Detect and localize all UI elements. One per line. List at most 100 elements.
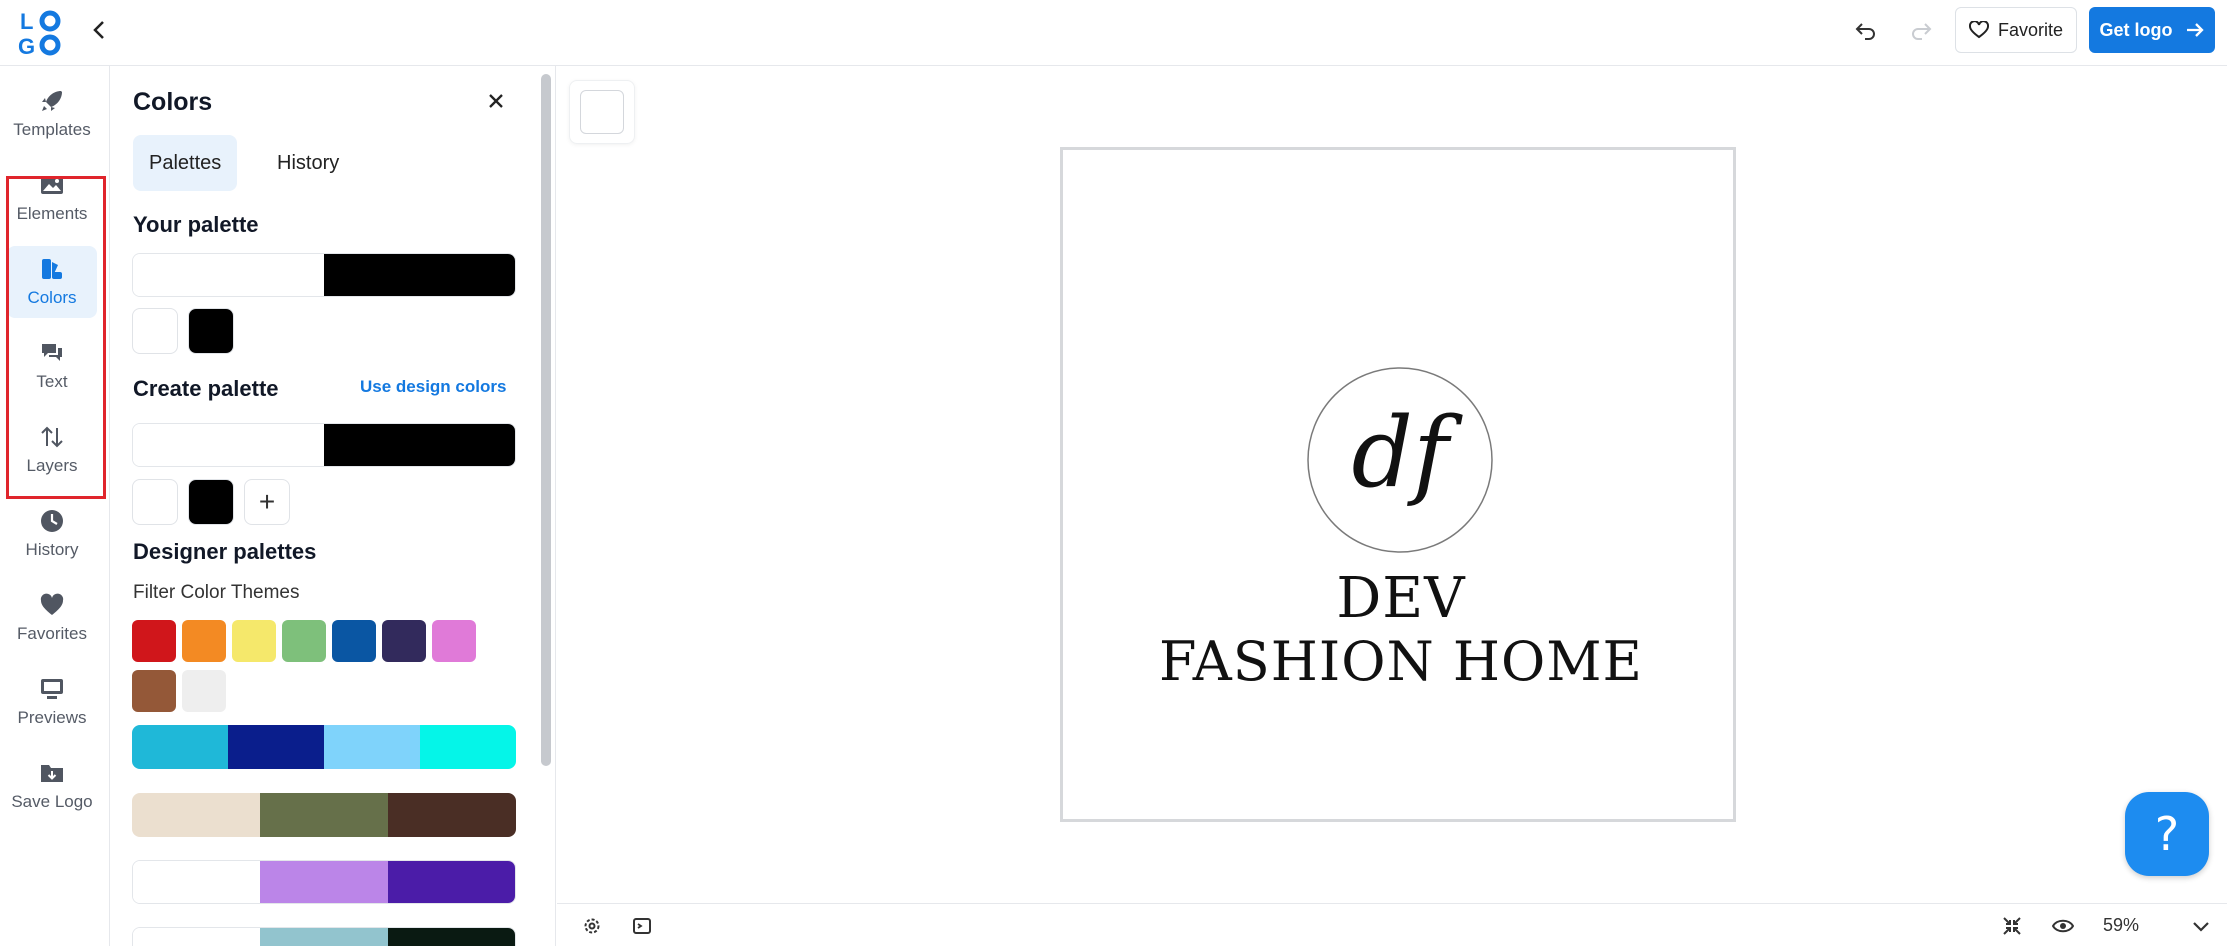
thumbnail-frame	[580, 90, 624, 134]
speech-bubbles-icon	[42, 344, 62, 361]
nav-item-history[interactable]: History	[7, 498, 97, 570]
palette-color	[260, 928, 388, 946]
get-logo-button[interactable]: Get logo	[2089, 7, 2215, 53]
theme-filter-brown[interactable]	[132, 670, 176, 712]
eye-icon	[2052, 919, 2074, 933]
theme-filter-pink[interactable]	[432, 620, 476, 662]
designer-palette-3[interactable]	[132, 860, 516, 904]
terminal-button[interactable]	[629, 913, 655, 939]
get-logo-label: Get logo	[2099, 19, 2173, 40]
theme-filter-gray[interactable]	[182, 670, 226, 712]
nav-item-favorites[interactable]: Favorites	[7, 582, 97, 654]
your-palette-bar[interactable]	[132, 253, 516, 297]
gear-icon	[584, 918, 600, 934]
palette-color	[132, 793, 260, 837]
image-icon	[41, 176, 63, 194]
logo-artboard[interactable]: df DEV FASHION HOME	[1060, 147, 1736, 822]
svg-text:G: G	[18, 34, 35, 57]
use-design-colors-link[interactable]: Use design colors	[360, 377, 506, 397]
brand-name-line-2[interactable]: FASHION HOME	[1063, 630, 1739, 693]
palette-color-black	[324, 424, 515, 466]
redo-icon	[1912, 23, 1932, 40]
palette-color-white	[133, 254, 324, 296]
back-button[interactable]	[86, 12, 112, 48]
help-button[interactable]: ?	[2125, 792, 2209, 876]
arrow-right-icon	[2186, 23, 2204, 37]
nav-item-elements[interactable]: Elements	[7, 162, 97, 234]
zoom-level[interactable]: 59%	[2103, 915, 2139, 936]
color-swatch-white[interactable]	[132, 308, 178, 354]
collapse-arrows-icon	[2003, 917, 2021, 935]
filter-color-themes-label: Filter Color Themes	[133, 582, 300, 603]
nav-item-text[interactable]: Text	[7, 330, 97, 402]
favorite-label: Favorite	[1997, 19, 2064, 40]
palette-color	[260, 861, 388, 903]
colors-panel: Colors Palettes History Your palette Cre…	[111, 66, 556, 946]
designer-palette-2[interactable]	[132, 793, 516, 837]
nav-item-save-logo[interactable]: Save Logo	[7, 750, 97, 822]
logo[interactable]: L G	[18, 7, 66, 59]
color-swatch-black[interactable]	[188, 308, 234, 354]
zoom-dropdown-button[interactable]	[2188, 913, 2214, 939]
theme-filter-indigo[interactable]	[382, 620, 426, 662]
palette-color	[387, 861, 515, 903]
brand-name-line-1[interactable]: DEV	[1063, 566, 1739, 631]
theme-filter-orange[interactable]	[182, 620, 226, 662]
palette-color	[228, 725, 324, 769]
nav-label: Layers	[26, 456, 78, 475]
tab-history[interactable]: History	[261, 135, 355, 191]
close-panel-button[interactable]	[481, 86, 511, 116]
theme-filter-green[interactable]	[282, 620, 326, 662]
create-palette-bar[interactable]	[132, 423, 516, 467]
nav-item-previews[interactable]: Previews	[7, 666, 97, 738]
swap-arrows-icon	[41, 426, 63, 448]
nav-item-layers[interactable]: Layers	[7, 414, 97, 486]
theme-filter-red[interactable]	[132, 620, 176, 662]
monogram-emblem[interactable]: df	[1306, 366, 1494, 554]
preview-button[interactable]	[2050, 913, 2076, 939]
color-swatch-black[interactable]	[188, 479, 234, 525]
color-swatch-white[interactable]	[132, 479, 178, 525]
your-palette-title: Your palette	[133, 212, 259, 237]
favorite-button[interactable]: Favorite	[1955, 7, 2077, 53]
left-navigation: Templates Elements Colors Text Layers Hi…	[0, 66, 110, 946]
palette-color	[133, 928, 261, 946]
theme-filter-blue[interactable]	[332, 620, 376, 662]
heart-outline-icon	[1968, 21, 1989, 39]
artboard-thumbnail[interactable]	[569, 80, 635, 144]
create-palette-title: Create palette	[133, 376, 279, 401]
undo-icon	[1855, 23, 1875, 40]
redo-button[interactable]	[1905, 14, 1937, 46]
palette-color	[387, 928, 515, 946]
settings-button[interactable]	[579, 913, 605, 939]
chevron-down-icon	[2193, 922, 2209, 932]
palette-color	[133, 861, 261, 903]
chevron-left-icon	[93, 21, 104, 39]
designer-palette-1[interactable]	[132, 725, 516, 769]
palette-color	[132, 725, 228, 769]
terminal-icon	[633, 918, 651, 934]
undo-button[interactable]	[1850, 14, 1882, 46]
nav-item-templates[interactable]: Templates	[7, 78, 97, 150]
nav-label: Text	[36, 372, 68, 391]
fit-screen-button[interactable]	[1999, 913, 2025, 939]
designer-palette-4[interactable]	[132, 927, 516, 946]
close-icon	[489, 94, 503, 108]
palette-icon	[42, 259, 62, 279]
palette-color	[388, 793, 516, 837]
palette-color	[420, 725, 516, 769]
panel-scrollbar[interactable]	[541, 74, 551, 766]
nav-label: Previews	[17, 708, 87, 727]
clock-icon	[41, 510, 63, 532]
theme-filter-yellow[interactable]	[232, 620, 276, 662]
palette-color	[260, 793, 388, 837]
nav-label: Favorites	[17, 624, 87, 643]
nav-item-colors[interactable]: Colors	[7, 246, 97, 318]
monogram-text: df	[1352, 397, 1463, 509]
designer-palettes-title: Designer palettes	[133, 539, 317, 564]
nav-label: History	[25, 540, 79, 559]
folder-download-icon	[41, 765, 63, 782]
heart-icon	[40, 593, 64, 615]
add-color-button[interactable]: +	[244, 479, 290, 525]
tab-palettes[interactable]: Palettes	[133, 135, 238, 191]
